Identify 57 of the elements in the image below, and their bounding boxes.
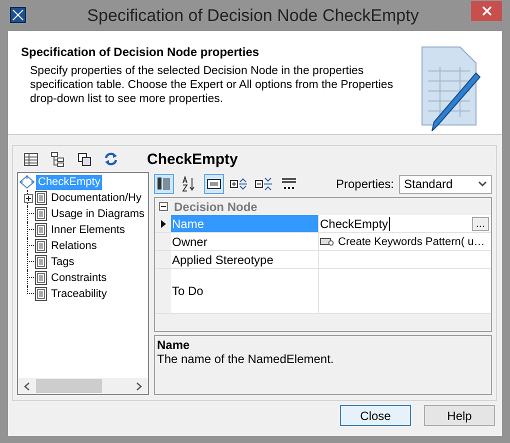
- header-description: Specify properties of the selected Decision Node in the properties specification table. Choose the Expert or All options from the Properties drop-down list to see more properties.: [29, 64, 394, 106]
- collapse-all-icon: [255, 177, 273, 191]
- description-title: Name: [157, 338, 191, 352]
- spelling-icon: [280, 177, 298, 191]
- properties-label: Properties:: [336, 177, 394, 191]
- page-icon: [35, 287, 47, 301]
- value-cell[interactable]: Create Keywords Pattern( u…: [319, 233, 491, 250]
- tree-item[interactable]: Traceability: [49, 286, 109, 302]
- description-icon: [207, 179, 221, 189]
- scroll-left-icon[interactable]: [24, 382, 30, 390]
- refresh-icon[interactable]: [104, 152, 118, 166]
- toolbar-toggle[interactable]: [154, 174, 174, 194]
- description-text: The name of the NamedElement.: [157, 352, 335, 366]
- hierarchy-icon[interactable]: [51, 152, 65, 166]
- properties-dropdown[interactable]: Standard: [399, 174, 492, 194]
- value-cell[interactable]: CheckEmpty ...: [319, 215, 491, 232]
- app-icon: [10, 7, 26, 23]
- browse-button[interactable]: ...: [472, 216, 489, 230]
- tree-item[interactable]: Relations: [49, 238, 99, 254]
- tree-item[interactable]: Inner Elements: [49, 222, 127, 238]
- element-title: CheckEmpty: [147, 150, 238, 168]
- page-icon: [35, 191, 47, 205]
- property-name[interactable]: To Do: [171, 269, 319, 313]
- page-icon: [35, 223, 47, 237]
- copy-icon[interactable]: [78, 152, 91, 166]
- horizontal-scrollbar[interactable]: [18, 378, 148, 394]
- page-icon: [35, 207, 47, 221]
- page-icon: [35, 271, 47, 285]
- value-cell[interactable]: [319, 269, 491, 313]
- expand-icon[interactable]: [24, 194, 33, 202]
- name-input[interactable]: CheckEmpty: [320, 216, 390, 230]
- scroll-right-icon[interactable]: [136, 382, 142, 390]
- collapse-icon[interactable]: [159, 202, 168, 211]
- page-icon: [35, 239, 47, 253]
- table-icon[interactable]: [24, 152, 38, 166]
- value-cell[interactable]: [319, 251, 491, 268]
- element-icon: [320, 237, 334, 246]
- property-name[interactable]: Applied Stereotype: [171, 251, 319, 268]
- close-icon: [482, 6, 492, 16]
- tree-item[interactable]: Documentation/Hy: [49, 190, 144, 206]
- help-button[interactable]: Help: [424, 405, 495, 426]
- sort-icon: [182, 176, 196, 192]
- page-icon: [35, 255, 47, 269]
- tree-item[interactable]: Tags: [49, 254, 76, 270]
- row-pointer-icon: [160, 220, 166, 228]
- property-value: Create Keywords Pattern( u…: [338, 236, 485, 248]
- group-header: Decision Node: [174, 200, 258, 214]
- toolbar-toggle[interactable]: [204, 174, 224, 194]
- categorized-icon: [157, 177, 171, 191]
- expand-all-icon: [230, 177, 248, 191]
- tree-item[interactable]: Constraints: [49, 270, 109, 286]
- chevron-down-icon: [478, 181, 487, 187]
- close-dialog-button[interactable]: Close: [340, 405, 411, 426]
- property-name[interactable]: Owner: [171, 233, 319, 250]
- window-title: Specification of Decision Node CheckEmpty: [86, 6, 420, 26]
- tree-item[interactable]: Usage in Diagrams: [49, 206, 147, 222]
- header-title: Specification of Decision Node properties: [21, 45, 260, 59]
